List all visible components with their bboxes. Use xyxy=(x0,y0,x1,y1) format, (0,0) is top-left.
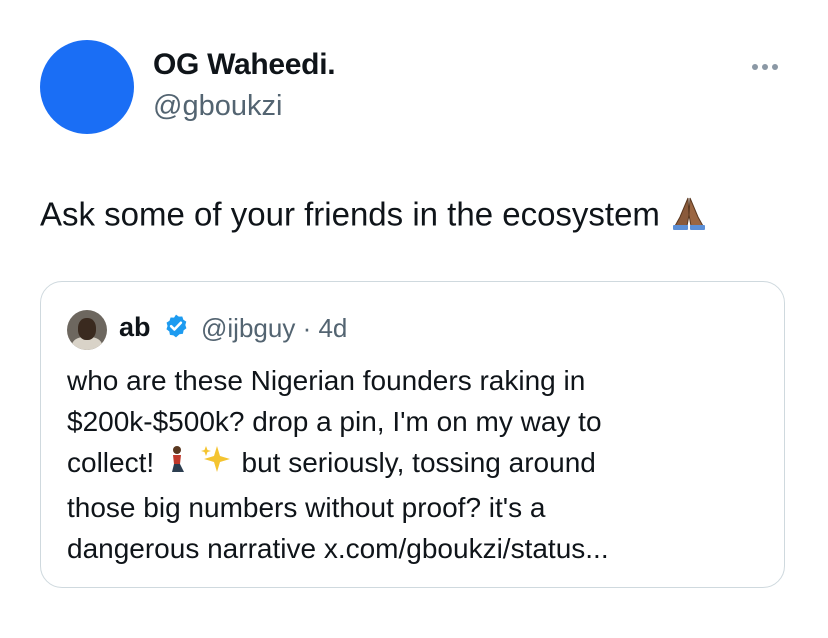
quoted-text-line: those big numbers without proof? it's a xyxy=(67,492,546,524)
quoted-text-line: collect! but seriously, tossing around xyxy=(67,442,767,487)
avatar[interactable] xyxy=(40,40,134,134)
verified-badge-icon xyxy=(166,314,187,338)
display-name[interactable]: OG Waheedi. xyxy=(153,48,336,82)
quoted-avatar[interactable] xyxy=(67,310,107,350)
more-options-icon[interactable] xyxy=(752,62,786,72)
sparkles-icon xyxy=(200,442,234,487)
tweet-text-content: Ask some of your friends in the ecosyste… xyxy=(40,195,660,233)
dot-icon xyxy=(752,64,758,70)
meta-separator: · xyxy=(302,313,312,343)
quoted-text-line: who are these Nigerian founders raking i… xyxy=(67,365,586,396)
quoted-display-name[interactable]: ab xyxy=(119,312,151,343)
quoted-tweet-card[interactable]: ab @ijbguy · 4d who are these Nigerian f… xyxy=(40,281,785,588)
quoted-handle[interactable]: @ijbguy xyxy=(201,313,295,343)
praying-hands-icon xyxy=(669,193,709,241)
dot-icon xyxy=(762,64,768,70)
dot-icon xyxy=(772,64,778,70)
quoted-meta: @ijbguy · 4d xyxy=(201,313,347,344)
kneeling-person-icon xyxy=(162,444,192,485)
quoted-tweet-text: who are these Nigerian founders raking i… xyxy=(67,360,767,569)
username-handle[interactable]: @gboukzi xyxy=(153,90,282,123)
quoted-text-line: $200k-$500k? drop a pin, I'm on my way t… xyxy=(67,406,602,437)
quoted-timestamp[interactable]: 4d xyxy=(318,313,347,343)
tweet-text: Ask some of your friends in the ecosyste… xyxy=(40,193,709,241)
quoted-text-line: dangerous narrative x.com/gboukzi/status… xyxy=(67,533,609,565)
